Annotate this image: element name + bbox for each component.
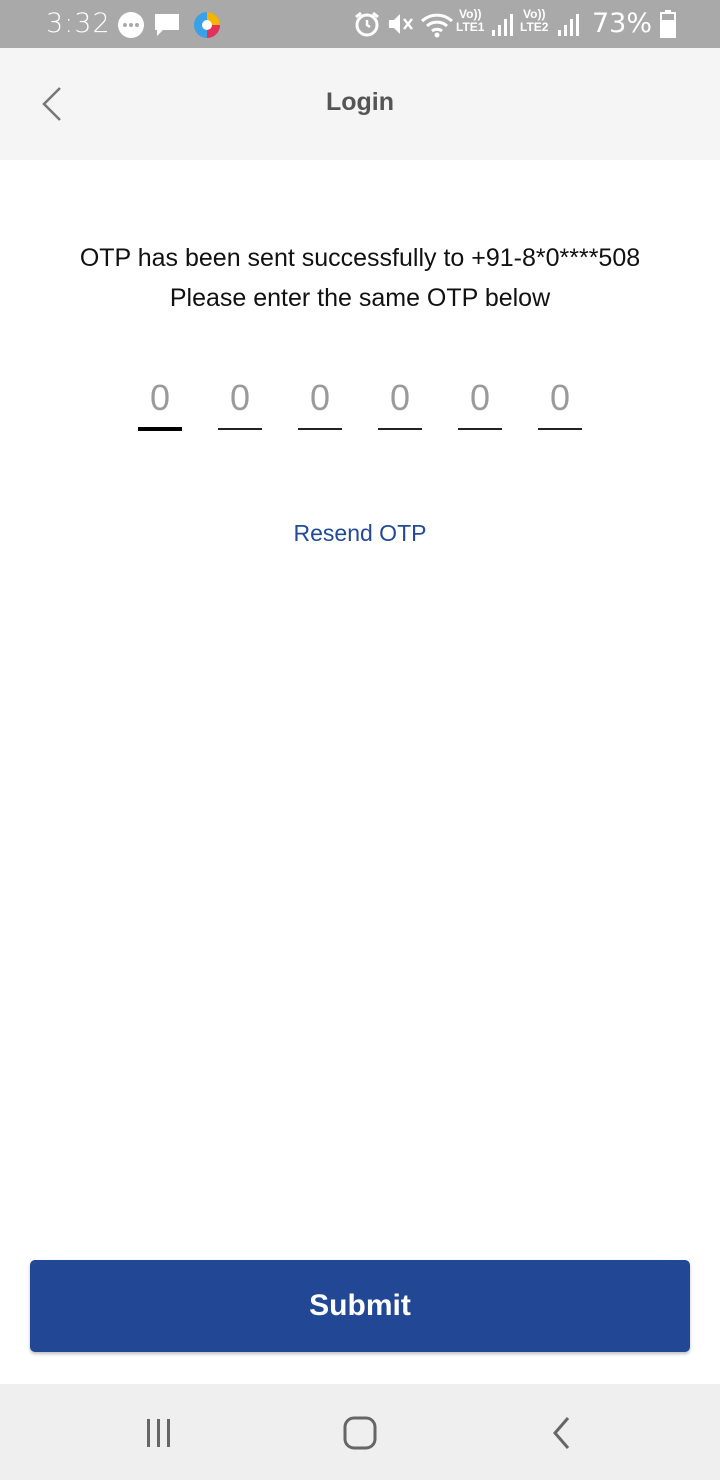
sim2-label-top: Vo)) bbox=[523, 7, 546, 21]
page-title: Login bbox=[325, 88, 395, 116]
home-icon bbox=[343, 1416, 377, 1450]
sim2-label-bottom: LTE2 bbox=[520, 20, 549, 34]
wifi-icon bbox=[420, 12, 454, 43]
otp-digit-input[interactable]: 0 bbox=[298, 372, 342, 430]
otp-message: OTP has been sent successfully to +91-8*… bbox=[0, 238, 720, 318]
battery-icon bbox=[660, 10, 676, 43]
recent-apps-icon bbox=[147, 1419, 170, 1447]
otp-digit-placeholder: 0 bbox=[389, 377, 411, 418]
otp-digit-input[interactable]: 0 bbox=[538, 372, 582, 430]
otp-digit-input[interactable]: 0 bbox=[458, 372, 502, 430]
otp-digit-underline bbox=[218, 428, 262, 430]
sim2-label: Vo)) LTE2 bbox=[520, 8, 548, 34]
otp-digit-placeholder: 0 bbox=[149, 377, 171, 418]
otp-digit-input[interactable]: 0 bbox=[378, 372, 422, 430]
app-header: Login bbox=[0, 48, 720, 160]
browser-app-icon bbox=[192, 10, 222, 45]
message-bubble-icon bbox=[116, 11, 146, 44]
otp-sent-text: OTP has been sent successfully to +91-8*… bbox=[79, 244, 641, 272]
chat-icon bbox=[153, 12, 181, 43]
otp-digit-underline bbox=[298, 428, 342, 430]
otp-digit-input[interactable]: 0 bbox=[138, 372, 182, 431]
signal-icon bbox=[556, 12, 580, 43]
resend-otp-link[interactable]: Resend OTP bbox=[0, 520, 720, 547]
sim1-label: Vo)) LTE1 bbox=[456, 8, 484, 34]
otp-digit-placeholder: 0 bbox=[469, 377, 491, 418]
otp-digit-underline bbox=[138, 427, 182, 431]
system-nav-bar bbox=[0, 1384, 720, 1480]
recent-apps-button[interactable] bbox=[134, 1408, 184, 1458]
mute-icon bbox=[386, 10, 414, 43]
otp-instruction-text: Please enter the same OTP below bbox=[169, 284, 551, 312]
otp-input-row: 0 0 0 0 0 0 bbox=[138, 372, 582, 432]
otp-digit-placeholder: 0 bbox=[229, 377, 251, 418]
back-icon bbox=[553, 1417, 570, 1449]
battery-percent: 73% bbox=[592, 8, 653, 39]
otp-digit-placeholder: 0 bbox=[309, 377, 331, 418]
sim1-label-bottom: LTE1 bbox=[456, 20, 485, 34]
otp-digit-underline bbox=[378, 428, 422, 430]
otp-digit-underline bbox=[538, 428, 582, 430]
otp-digit-placeholder: 0 bbox=[549, 377, 571, 418]
system-back-button[interactable] bbox=[537, 1408, 587, 1458]
alarm-icon bbox=[353, 10, 381, 43]
otp-digit-input[interactable]: 0 bbox=[218, 372, 262, 430]
signal-icon bbox=[490, 12, 514, 43]
status-bar: 3:32 Vo)) LTE1 Vo)) LTE2 73% bbox=[0, 0, 720, 48]
sim1-label-top: Vo)) bbox=[459, 7, 482, 21]
home-button[interactable] bbox=[335, 1408, 385, 1458]
status-time: 3:32 bbox=[46, 8, 111, 39]
submit-button[interactable]: Submit bbox=[30, 1260, 690, 1352]
otp-digit-underline bbox=[458, 428, 502, 430]
